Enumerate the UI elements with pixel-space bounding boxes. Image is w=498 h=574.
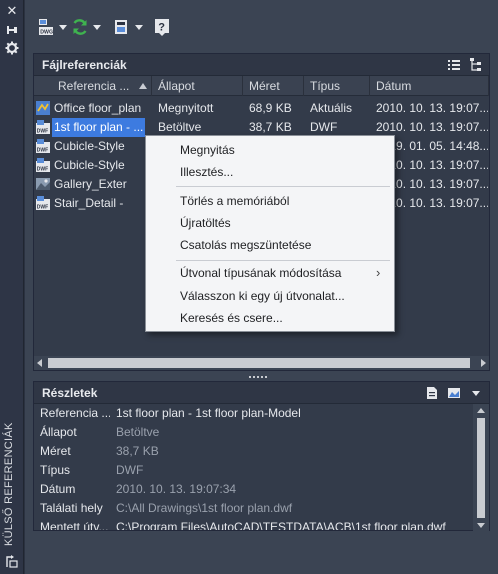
- xref-palette: DWG ? Fájlreferenciák Referencia ... Áll…: [25, 0, 498, 574]
- collapse-details-icon[interactable]: [469, 386, 483, 400]
- detail-row: Dátum 2010. 10. 13. 19:07:34: [40, 482, 237, 496]
- help-icon: ?: [155, 19, 169, 36]
- menu-item-select-new-path[interactable]: Válasszon ki egy új útvonalat...: [180, 286, 345, 306]
- scroll-right-icon[interactable]: [481, 359, 486, 367]
- column-header-reference[interactable]: Referencia ...: [52, 76, 152, 96]
- details-panel: Részletek Referencia ... 1st floor plan -…: [33, 381, 490, 532]
- menu-item-detach[interactable]: Csatolás megszüntetése: [180, 235, 311, 255]
- palette-title-bar: ✕ KÜLSŐ REFERENCIÁK: [0, 0, 24, 574]
- column-header-type[interactable]: Típus: [304, 76, 370, 96]
- change-path-icon: [115, 20, 127, 34]
- svg-text:?: ?: [158, 22, 165, 34]
- change-path-dropdown-button[interactable]: [113, 17, 143, 37]
- menu-item-open[interactable]: Megnyitás: [180, 140, 235, 160]
- details-header: Részletek: [34, 382, 489, 404]
- palette-title: KÜLSŐ REFERENCIÁK: [3, 422, 15, 546]
- scrollbar-thumb[interactable]: [477, 418, 485, 518]
- details-title: Részletek: [42, 385, 98, 400]
- sort-ascending-icon: [139, 83, 147, 89]
- detail-row[interactable]: Mentett útv... C:\Program Files\AutoCAD\T…: [34, 518, 472, 530]
- menu-separator: [176, 260, 390, 261]
- scroll-left-icon[interactable]: [37, 359, 42, 367]
- detail-row[interactable]: Találati hely C:\All Drawings\1st floor p…: [34, 499, 472, 518]
- dwf-file-icon: DWF: [36, 158, 50, 172]
- menu-separator: [176, 186, 390, 187]
- detail-row: Méret 38,7 KB: [40, 444, 159, 458]
- file-references-header: Fájlreferenciák: [34, 54, 489, 76]
- svg-text:DWF: DWF: [37, 129, 48, 135]
- menu-item-find-replace[interactable]: Keresés és csere...: [180, 308, 283, 328]
- attach-dropdown-button[interactable]: DWG: [37, 17, 67, 37]
- context-menu: Megnyitás Illesztés... Törlés a memóriáb…: [145, 135, 395, 332]
- column-header-date[interactable]: Dátum: [370, 76, 489, 96]
- vertical-scrollbar[interactable]: [473, 404, 489, 532]
- detail-row: Referencia ... 1st floor plan - 1st floor…: [40, 406, 301, 420]
- drawing-file-icon: [36, 101, 50, 115]
- svg-text:DWF: DWF: [37, 205, 48, 211]
- dwf-file-icon: DWF: [36, 139, 50, 153]
- detail-row: Állapot Betöltve: [40, 425, 160, 439]
- svg-text:DWF: DWF: [37, 167, 48, 173]
- close-icon[interactable]: ✕: [5, 4, 19, 18]
- scroll-up-icon[interactable]: [477, 408, 485, 413]
- tree-view-icon[interactable]: [469, 58, 483, 72]
- gear-icon[interactable]: [5, 41, 19, 55]
- menu-item-reload[interactable]: Újratöltés: [180, 213, 231, 233]
- dwf-file-icon: DWF: [36, 196, 50, 210]
- scrollbar-thumb[interactable]: [48, 358, 470, 368]
- details-view-icon[interactable]: [425, 386, 439, 400]
- column-header-size[interactable]: Méret: [243, 76, 304, 96]
- help-button[interactable]: ?: [153, 17, 171, 37]
- panel-splitter-handle[interactable]: [249, 376, 267, 379]
- submenu-arrow-icon: ›: [376, 265, 381, 280]
- image-file-icon: [36, 178, 50, 190]
- refresh-icon: [73, 19, 87, 35]
- palette-properties-icon[interactable]: [5, 554, 19, 568]
- toolbar: DWG ?: [25, 0, 498, 48]
- attach-dwg-icon: DWG: [39, 19, 53, 36]
- table-row[interactable]: Office floor_plan Megnyitott 68,9 KB Akt…: [34, 99, 489, 118]
- detail-row: Típus DWF: [40, 463, 144, 477]
- scroll-down-icon[interactable]: [477, 523, 485, 528]
- svg-text:DWG: DWG: [40, 30, 53, 36]
- svg-text:DWF: DWF: [37, 148, 48, 154]
- refresh-dropdown-button[interactable]: [71, 17, 101, 37]
- dwf-file-icon: DWF: [36, 120, 50, 134]
- menu-item-path-type[interactable]: Útvonal típusának módosítása ›: [180, 263, 380, 283]
- file-references-column-headers: Referencia ... Állapot Méret Típus Dátum: [34, 76, 489, 96]
- column-header-status[interactable]: Állapot: [152, 76, 243, 96]
- menu-item-attach[interactable]: Illesztés...: [180, 162, 233, 182]
- pin-icon[interactable]: [5, 23, 19, 37]
- list-view-icon[interactable]: [447, 58, 461, 72]
- preview-icon[interactable]: [447, 386, 461, 400]
- menu-item-unload[interactable]: Törlés a memóriából: [180, 191, 289, 211]
- horizontal-scrollbar[interactable]: [34, 356, 489, 370]
- file-references-title: Fájlreferenciák: [42, 57, 127, 72]
